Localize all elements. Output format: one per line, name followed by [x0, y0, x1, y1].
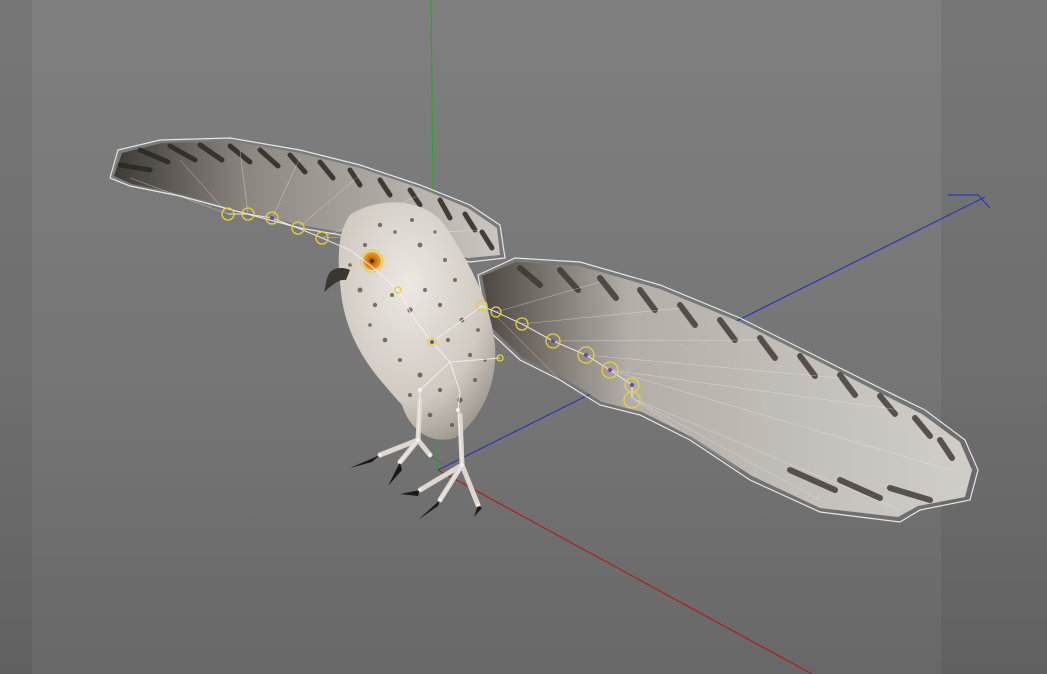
right-wing-feathers [482, 262, 972, 517]
3d-viewport[interactable] [0, 0, 1047, 674]
x-axis-line [437, 469, 813, 674]
right-wing[interactable] [477, 257, 979, 523]
scene-canvas[interactable] [0, 0, 1047, 674]
z-axis-arrowhead [948, 194, 991, 209]
